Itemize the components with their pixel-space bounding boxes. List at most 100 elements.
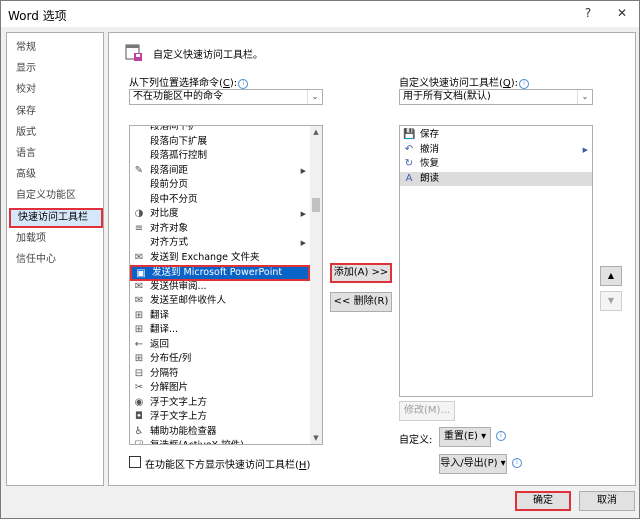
command-icon: ☑	[133, 440, 145, 444]
choose-commands-label: 从下列位置选择命令(C): i	[129, 74, 249, 89]
command-icon: ▣	[136, 268, 146, 279]
command-label: 发送供审阅...	[150, 280, 207, 292]
command-label: 段落间下扩	[150, 125, 198, 132]
modify-button[interactable]: 修改(M)...	[399, 401, 455, 421]
command-icon	[133, 194, 145, 206]
customize-scope-dropdown[interactable]: 用于所有文档(默认) ⌄	[399, 89, 593, 105]
import-export-button[interactable]: 导入/导出(P) ▾	[439, 454, 507, 474]
command-item[interactable]: ◘ 浮于文字上方	[130, 410, 310, 424]
reset-dropdown-button[interactable]: 重置(E) ▾	[439, 427, 491, 447]
nav-item[interactable]: 高级	[7, 165, 103, 185]
nav-item[interactable]: 加载项	[7, 229, 103, 249]
show-below-ribbon-checkbox[interactable]	[129, 456, 141, 468]
commands-scrollbar[interactable]: ▲ ▼	[310, 126, 322, 444]
toolbar-item-label: 朗读	[420, 172, 440, 184]
command-item[interactable]: ← 返回	[130, 338, 310, 352]
command-item[interactable]: 段落间下扩	[130, 125, 310, 134]
nav-item[interactable]: 自定义功能区	[7, 186, 103, 206]
move-down-button[interactable]: ▼	[600, 291, 622, 311]
command-item[interactable]: ✂ 分解图片	[130, 381, 310, 395]
command-label: 对齐方式	[150, 237, 189, 248]
main-panel: 自定义快速访问工具栏。 从下列位置选择命令(C): i 不在功能区中的命令 ⌄ 段…	[108, 32, 636, 486]
command-item[interactable]: 段落向下扩展	[130, 135, 310, 149]
toolbar-item[interactable]: A 朗读	[400, 171, 592, 186]
nav-item[interactable]: 信任中心	[7, 250, 103, 270]
command-item[interactable]: ✉ 发送至邮件收件人	[130, 294, 310, 308]
toolbar-items-list[interactable]: 💾 保存 ↶ 撤消 ▶ ↻ 恢复 A 朗读	[399, 125, 593, 397]
submenu-arrow-icon: ▶	[582, 145, 588, 154]
command-item[interactable]: ✎ 段落间距 ▶	[130, 164, 310, 178]
command-icon: ◑	[134, 208, 144, 219]
command-label: 段前分页	[150, 179, 189, 190]
scroll-up-icon[interactable]: ▲	[310, 126, 322, 138]
ok-button[interactable]: 确定	[515, 491, 571, 511]
remove-button[interactable]: << 删除(R)	[330, 292, 392, 312]
command-item[interactable]: ◑ 对比度 ▶	[130, 207, 310, 221]
choose-commands-value: 不在功能区中的命令	[133, 91, 223, 102]
toolbar-item-icon: A	[405, 172, 413, 184]
toolbar-item[interactable]: ↶ 撤消 ▶	[400, 143, 592, 157]
command-icon: ⊞	[134, 309, 144, 321]
nav-item[interactable]: 常规	[7, 38, 103, 58]
nav-item[interactable]: 快速访问工具栏	[9, 207, 103, 228]
command-item[interactable]: 段前分页	[130, 178, 310, 192]
nav-item[interactable]: 保存	[7, 102, 103, 122]
customizations-label: 自定义:	[399, 435, 433, 446]
command-icon: ◘	[135, 411, 143, 422]
command-item[interactable]: ◉ 浮于文字上方	[130, 396, 310, 410]
command-icon: ⊟	[134, 367, 144, 379]
command-icon: ✉	[134, 251, 144, 263]
commands-list[interactable]: 段落间下扩段落向下扩展 段落孤行控制 ✎ 段落间距 ▶ 段前分页段中不分页 ◑ 对比度 ▶ ≡ 对齐…	[129, 125, 323, 445]
toolbar-item-icon: 💾	[403, 129, 416, 140]
command-icon: ✉	[134, 280, 144, 292]
command-label: 翻译	[150, 309, 170, 321]
command-item[interactable]: 段落孤行控制	[130, 149, 310, 163]
command-item[interactable]: ☑ 复选框(ActiveX 控件)	[130, 439, 310, 444]
cancel-button[interactable]: 取消	[579, 491, 635, 511]
word-options-dialog: Word 选项 ? ✕ 常规 显示 校对 保存 版式 语言 高级 自定义功能区 快速访问工具栏加…	[0, 0, 640, 519]
command-icon	[133, 237, 145, 249]
scroll-down-icon[interactable]: ▼	[310, 432, 322, 444]
command-icon: ✉	[134, 295, 144, 306]
command-label: 分布任/列	[150, 353, 192, 364]
command-item[interactable]: ≡ 对齐对象	[130, 222, 310, 236]
nav-item[interactable]: 校对	[7, 80, 103, 100]
help-button[interactable]: ?	[579, 4, 597, 22]
command-item[interactable]: ⊟ 分隔符	[130, 367, 310, 381]
toolbar-item[interactable]: ↻ 恢复	[400, 157, 592, 171]
nav-item[interactable]: 语言	[7, 144, 103, 164]
submenu-arrow-icon: ▶	[300, 210, 306, 218]
command-item[interactable]: 对齐方式 ▶	[130, 236, 310, 250]
command-item[interactable]: ♿ 辅助功能检查器	[130, 425, 310, 439]
command-label: 段落间距	[150, 164, 189, 176]
submenu-arrow-icon: ▶	[300, 239, 306, 247]
command-label: 对齐对象	[150, 222, 189, 234]
command-item[interactable]: ✉ 发送供审阅...	[130, 280, 310, 294]
toolbar-item-icon: ↻	[404, 158, 414, 169]
command-label: 分隔符	[150, 367, 179, 379]
info-icon: i	[512, 458, 522, 468]
scroll-thumb[interactable]	[312, 198, 320, 212]
command-item[interactable]: ⊞ 分布任/列	[130, 352, 310, 366]
command-icon	[133, 179, 145, 191]
toolbar-item-label: 撤消	[420, 143, 440, 155]
command-label: 发送到 Microsoft PowerPoint	[152, 267, 283, 278]
quick-access-toolbar-icon	[125, 42, 143, 62]
dialog-footer: 确定 取消	[1, 486, 639, 518]
command-item[interactable]: 段中不分页	[130, 193, 310, 207]
add-button[interactable]: 添加(A) >>	[330, 263, 392, 283]
command-icon: ←	[134, 338, 144, 350]
toolbar-item[interactable]: 💾 保存	[400, 128, 592, 142]
command-item[interactable]: ⊞ 翻译	[130, 309, 310, 323]
command-item[interactable]: ⊞ 翻译...	[130, 323, 310, 337]
nav-item[interactable]: 显示	[7, 59, 103, 79]
command-item[interactable]: ✉ 发送到 Exchange 文件夹	[130, 251, 310, 265]
toolbar-item-label: 保存	[420, 129, 440, 140]
toolbar-item-icon: ↶	[404, 143, 414, 155]
choose-commands-dropdown[interactable]: 不在功能区中的命令 ⌄	[129, 89, 323, 105]
close-button[interactable]: ✕	[613, 4, 631, 22]
command-icon: ✂	[134, 382, 144, 393]
nav-item[interactable]: 版式	[7, 123, 103, 143]
title-bar: Word 选项 ? ✕	[1, 1, 639, 27]
move-up-button[interactable]: ▲	[600, 266, 622, 286]
